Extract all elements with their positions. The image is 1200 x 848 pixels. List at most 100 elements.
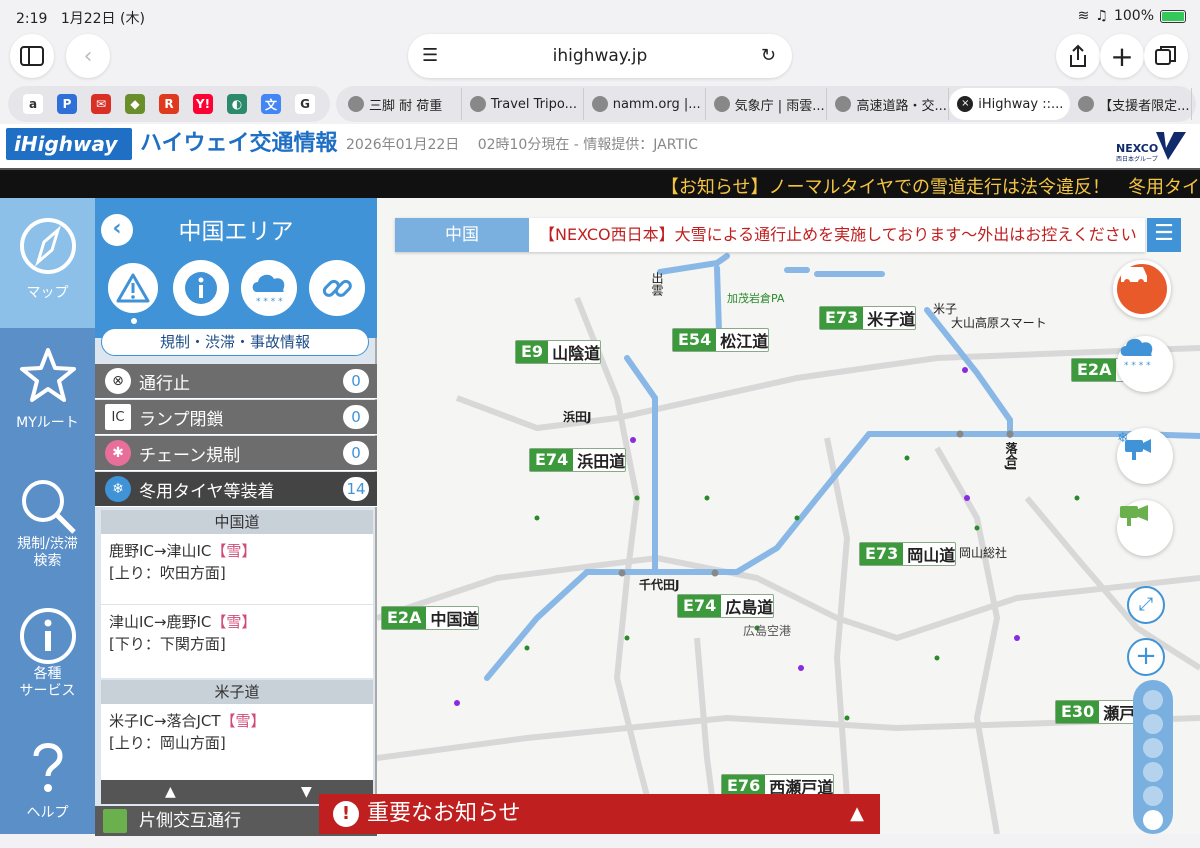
tab-item[interactable]: × iHighway ::... [949,88,1071,120]
shopping-icon[interactable]: ◆ [125,94,145,114]
warning-icon [116,273,150,303]
chain-icon: ✱ [105,440,131,466]
notice-label: 重要なお知らせ [367,801,521,826]
battery-percent: 100% [1113,8,1154,24]
nav-search[interactable]: 規制/渋滞 検索 [0,458,95,588]
address-bar[interactable]: ☰ ihighway.jp ↻ [408,34,792,78]
filter-snow-tire-label: 冬用タイヤ等装着 [139,481,275,502]
rakuten-icon[interactable]: R [159,94,179,114]
route-name: 浜田道 [577,452,626,471]
link-filter-button[interactable] [309,260,365,316]
weather-layer-button[interactable]: * * * * [1117,336,1173,392]
gmail-icon[interactable]: ✉ [91,94,111,114]
info-filter-button[interactable] [173,260,229,316]
warning-filter-button[interactable] [105,260,161,316]
nav-services-label: 各種 サービス [19,666,76,699]
list-item[interactable]: 津山IC→鹿野IC【雪】 [下り：下関方面] [101,604,373,678]
ramp-closed-icon: IC [105,404,131,430]
zoom-step[interactable] [1143,786,1163,806]
reload-icon[interactable]: ↻ [761,34,776,78]
highway-icon [835,96,852,112]
item-tag: 【雪】 [211,542,257,560]
important-notice-bar[interactable]: ! 重要なお知らせ ▲ [319,794,880,834]
scroll-down-button[interactable]: ▼ [301,780,312,804]
tabs-overview-icon[interactable] [1144,34,1188,78]
pixiv-icon[interactable]: P [57,94,77,114]
route-code: E73 [860,543,904,565]
zoom-in-button[interactable]: + [1127,638,1165,676]
nav-help-label: ヘルプ [26,805,69,821]
google-icon[interactable]: G [295,94,315,114]
route-label: E74 浜田道 [529,448,627,472]
nav-help[interactable]: ヘルプ [0,718,95,848]
section-header: 米子道 [101,680,373,704]
nav-map[interactable]: マップ [0,198,95,328]
tab-item[interactable]: 三脚 耐 荷重 [340,88,462,120]
tab-title: namm.org |... [612,96,701,112]
traffic-map[interactable]: 中国 【NEXCO西日本】大雪による通行止めを実施しております〜外出はお控えくだ… [377,198,1200,834]
tab-bar: 三脚 耐 荷重 Travel Tripo... namm.org |... 気象庁 |… [336,86,1196,122]
filter-alternating-label: 片側交互通行 [139,811,241,831]
zoom-step[interactable] [1143,690,1163,710]
section-header: 中国道 [101,510,373,534]
nav-my-route-label: MYルート [16,415,79,431]
share-icon[interactable] [1056,34,1100,78]
filter-ramp[interactable]: IC ランプ閉鎖 0 [95,400,377,435]
route-code: E54 [673,329,717,351]
map-label: 千代田J [639,578,680,592]
tab-item[interactable]: namm.org |... [584,88,706,120]
list-item[interactable]: 鹿野IC→津山IC【雪】 [上り：吹田方面] [101,534,373,604]
nav-my-route[interactable]: MYルート [0,328,95,458]
tab-item[interactable]: 気象庁 | 雨雲... [706,88,828,120]
weather-filter-button[interactable]: * * * * [241,260,297,316]
new-tab-icon[interactable]: + [1100,34,1144,78]
route-label: E73 米子道 [819,306,917,330]
scroll-up-button[interactable]: ▲ [165,780,176,804]
tab-item[interactable]: 【支援者限定... [1070,88,1193,120]
amazon-icon[interactable]: a [23,94,43,114]
area-label[interactable]: 中国 [395,218,529,252]
map-menu-button[interactable]: ☰ [1147,218,1181,252]
sidebar-toggle-icon[interactable] [10,34,54,78]
zoom-step[interactable] [1143,714,1163,734]
tab-title: iHighway ::... [978,96,1064,112]
announcement-text[interactable]: 【NEXCO西日本】大雪による通行止めを実施しております〜外出はお控えください [539,218,1141,252]
map-info-bar: 中国 【NEXCO西日本】大雪による通行止めを実施しております〜外出はお控えくだ… [395,218,1145,252]
route-label: E54 松江道 [672,328,770,352]
list-item[interactable]: 米子IC→落合JCT【雪】 [上り：岡山方面] [101,704,373,780]
zoom-step[interactable] [1143,738,1163,758]
filter-closure[interactable]: ⊗ 通行止 0 [95,364,377,399]
link-icon [322,279,352,297]
tab-item[interactable]: Travel Tripo... [462,88,584,120]
reader-icon[interactable]: ☰ [422,34,438,78]
translate-icon[interactable]: 文 [261,94,281,114]
camera-button[interactable] [1117,500,1173,556]
snow-camera-button[interactable]: ❄ [1117,428,1173,484]
back-icon[interactable]: ‹ [66,34,110,78]
category-button[interactable]: 規制・渋滞・事故情報 [101,328,369,356]
fullscreen-button[interactable]: ⤢ [1127,586,1165,624]
cloud-icon[interactable]: ◐ [227,94,247,114]
nav-services[interactable]: 各種 サービス [0,588,95,718]
orange-square-icon [348,96,364,112]
filter-chain[interactable]: ✱ チェーン規制 0 [95,436,377,471]
filter-snow-tire[interactable]: ❄ 冬用タイヤ等装着 14 [95,472,377,507]
yahoo-icon[interactable]: Y! [193,94,213,114]
ihighway-logo[interactable]: iHighway [6,128,132,160]
zoom-step[interactable] [1143,762,1163,782]
map-label: 岡山総社 [959,546,1008,560]
url-text: ihighway.jp [552,46,648,66]
route-code: E30 [1056,701,1100,723]
zoom-step[interactable] [1143,810,1163,830]
zoom-slider[interactable] [1133,680,1173,834]
tab-item[interactable]: 高速道路・交... [827,88,950,120]
notice-toggle[interactable]: ▲ [850,794,864,834]
item-route: 米子IC→落合JCT [109,712,221,730]
map-label: 加茂岩倉PA [727,292,785,305]
route-code: E73 [820,307,864,329]
tab-title: Travel Tripo... [490,96,577,112]
close-icon[interactable]: × [957,96,974,112]
back-button[interactable]: ‹ [101,214,133,246]
globe-icon [591,96,608,112]
traffic-layer-button[interactable] [1113,260,1171,318]
